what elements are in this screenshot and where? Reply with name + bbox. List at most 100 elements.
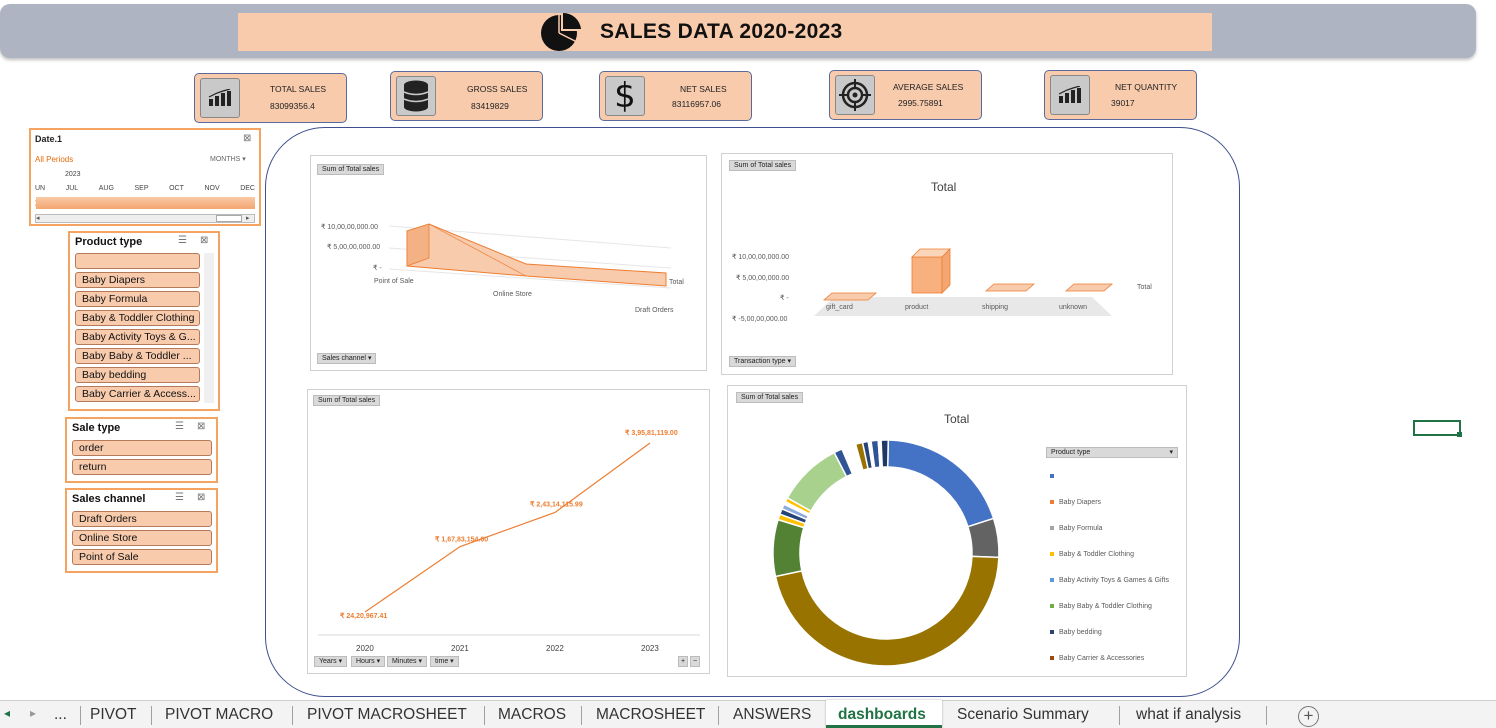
- clear-filter-icon[interactable]: ⊠: [243, 133, 251, 144]
- clear-filter-icon[interactable]: ⊠: [200, 235, 208, 246]
- legend-swatch: [1050, 578, 1054, 582]
- doughnut-slice[interactable]: [886, 439, 995, 528]
- tab-pivot[interactable]: PIVOT: [90, 703, 137, 727]
- timeline-slicer[interactable]: Date.1 ⊠ All Periods MONTHS ▾ 2023 UN JU…: [29, 128, 261, 226]
- tab-pivot-macrosheet[interactable]: PIVOT MACROSHEET: [307, 703, 467, 727]
- tab-dashboards[interactable]: dashboards: [838, 703, 926, 727]
- kpi-gross-sales[interactable]: GROSS SALES 83419829: [390, 71, 543, 121]
- slicer-scrollbar[interactable]: [204, 253, 214, 403]
- tab-answers[interactable]: ANSWERS: [733, 703, 811, 727]
- kpi-net-sales[interactable]: $ NET SALES 83116957.06: [599, 71, 752, 121]
- slicer-item[interactable]: Point of Sale: [72, 549, 212, 565]
- doughnut-slice[interactable]: [772, 518, 805, 578]
- month-label: NOV: [204, 185, 220, 192]
- collapse-button[interactable]: −: [690, 656, 701, 667]
- kpi-label: AVERAGE SALES: [893, 82, 964, 92]
- scroll-tabs-left-icon[interactable]: ◂: [4, 706, 10, 720]
- filter-button-minutes[interactable]: Minutes ▾: [387, 656, 427, 667]
- slicer-item[interactable]: Baby bedding: [75, 367, 200, 383]
- doughnut-slice[interactable]: [774, 555, 1000, 667]
- slicer-item[interactable]: Baby Diapers: [75, 272, 200, 288]
- multi-select-icon[interactable]: ☰: [175, 421, 184, 432]
- tab-what-if-analysis[interactable]: what if analysis: [1136, 703, 1241, 727]
- chart-sales-by-year[interactable]: Sum of Total sales ₹ 24,20,967.41 2020 ₹ 1…: [307, 389, 710, 674]
- chart-product-type[interactable]: Sum of Total sales Total Product type ▾ B…: [727, 385, 1187, 677]
- legend-label: Baby Formula: [1059, 524, 1103, 532]
- filter-label: Years: [319, 658, 337, 665]
- selected-cell[interactable]: [1413, 420, 1461, 436]
- area-chart-plot: [388, 223, 672, 289]
- timeline-period[interactable]: All Periods: [35, 155, 73, 164]
- legend-swatch: [1050, 526, 1054, 530]
- database-icon: [396, 76, 436, 116]
- dollar-icon: $: [605, 76, 645, 116]
- x-tick-label: 2021: [451, 644, 469, 653]
- kpi-total-sales[interactable]: TOTAL SALES 83099356.4: [194, 73, 347, 123]
- slicer-item[interactable]: Draft Orders: [72, 511, 212, 527]
- clear-filter-icon[interactable]: ⊠: [197, 421, 205, 432]
- legend-label: Baby & Toddler Clothing: [1059, 550, 1134, 558]
- slicer-item[interactable]: [75, 253, 200, 269]
- legend-label: Baby Activity Toys & Games & Gifts: [1059, 576, 1169, 584]
- kpi-average-sales[interactable]: AVERAGE SALES 2995.75891: [829, 70, 982, 120]
- line-chart-plot: ₹ 24,20,967.41 2020 ₹ 1,67,83,154.00 2021 ₹ …: [318, 429, 700, 653]
- legend-item: [1048, 462, 1188, 488]
- filter-button-sales-channel[interactable]: Sales channel ▾: [317, 353, 377, 364]
- bar-product: [911, 256, 943, 294]
- month-label: DEC: [240, 185, 255, 192]
- slicer-item[interactable]: order: [72, 440, 212, 456]
- scroll-tabs-right-icon[interactable]: ▸: [30, 706, 36, 720]
- dropdown-icon: ▾: [367, 355, 372, 362]
- tab-macros[interactable]: MACROS: [498, 703, 566, 727]
- slicer-item[interactable]: Baby Activity Toys & G...: [75, 329, 200, 345]
- bar-chart-plot: [814, 248, 1114, 316]
- filter-button-years[interactable]: Years ▾: [314, 656, 348, 667]
- kpi-label: NET SALES: [680, 84, 727, 94]
- multi-select-icon[interactable]: ☰: [175, 492, 184, 503]
- legend-item: Baby Diapers: [1048, 488, 1188, 514]
- slicer-item[interactable]: Online Store: [72, 530, 212, 546]
- chart-sales-channel[interactable]: Sum of Total sales ₹ 10,00,00,000.00 ₹ 5…: [310, 155, 707, 371]
- filter-label: Transaction type: [734, 358, 786, 365]
- scroll-right-icon[interactable]: ▸: [246, 214, 250, 222]
- expand-button[interactable]: +: [678, 656, 689, 667]
- tab-pivot-macro[interactable]: PIVOT MACRO: [165, 703, 273, 727]
- tab-macrosheet[interactable]: MACROSHEET: [596, 703, 705, 727]
- slicer-item[interactable]: Baby Carrier & Access...: [75, 386, 200, 402]
- slicer-item[interactable]: Baby Baby & Toddler ...: [75, 348, 200, 364]
- tab-more[interactable]: ...: [54, 703, 67, 727]
- slicer-item[interactable]: Baby & Toddler Clothing: [75, 310, 200, 326]
- series-label: Total: [1137, 284, 1152, 291]
- clear-filter-icon[interactable]: ⊠: [197, 492, 205, 503]
- tab-scenario-summary[interactable]: Scenario Summary: [957, 703, 1089, 727]
- slicer-sales-channel[interactable]: Sales channel ☰ ⊠ Draft Orders Online St…: [65, 488, 218, 573]
- scroll-left-icon[interactable]: ◂: [36, 214, 40, 222]
- filter-button-transaction-type[interactable]: Transaction type ▾: [729, 356, 796, 367]
- legend-item: Baby Baby & Toddler Clothing: [1048, 592, 1188, 618]
- kpi-label: GROSS SALES: [467, 84, 528, 94]
- chart-legend: Baby Diapers Baby Formula Baby & Toddler C…: [1048, 462, 1188, 670]
- legend-item: Baby Carrier & Accessories: [1048, 644, 1188, 670]
- timeline-scrollbar[interactable]: ◂ ▸: [35, 214, 255, 223]
- add-sheet-icon[interactable]: +: [1298, 706, 1319, 727]
- timeline-level-select[interactable]: MONTHS ▾: [210, 155, 246, 163]
- multi-select-icon[interactable]: ☰: [178, 235, 187, 246]
- doughnut-slice[interactable]: [880, 439, 890, 468]
- legend-filter-button[interactable]: Product type ▾: [1046, 447, 1178, 458]
- kpi-value: 83419829: [471, 101, 509, 111]
- slicer-item[interactable]: return: [72, 459, 212, 475]
- slicer-product-type[interactable]: Product type ☰ ⊠ Baby Diapers Baby Formu…: [68, 231, 220, 411]
- filter-button-time[interactable]: time ▾: [430, 656, 459, 667]
- bar-shipping: [984, 283, 1036, 292]
- scroll-thumb[interactable]: [216, 215, 242, 222]
- slicer-item[interactable]: Baby Formula: [75, 291, 200, 307]
- chart-transaction-type[interactable]: Sum of Total sales Total ₹ 10,00,00,000.…: [721, 153, 1173, 375]
- slicer-sale-type[interactable]: Sale type ☰ ⊠ order return: [65, 417, 218, 483]
- kpi-net-quantity[interactable]: NET QUANTITY 39017: [1044, 70, 1197, 120]
- filter-button-hours[interactable]: Hours ▾: [351, 656, 386, 667]
- sheet-tab-bar: ◂ ▸ ... PIVOT PIVOT MACRO PIVOT MACROSHE…: [0, 700, 1496, 728]
- fill-handle[interactable]: [1457, 432, 1462, 437]
- timeline-year: 2023: [65, 171, 81, 178]
- timeline-bar[interactable]: [35, 197, 255, 209]
- doughnut-slice[interactable]: [786, 451, 848, 513]
